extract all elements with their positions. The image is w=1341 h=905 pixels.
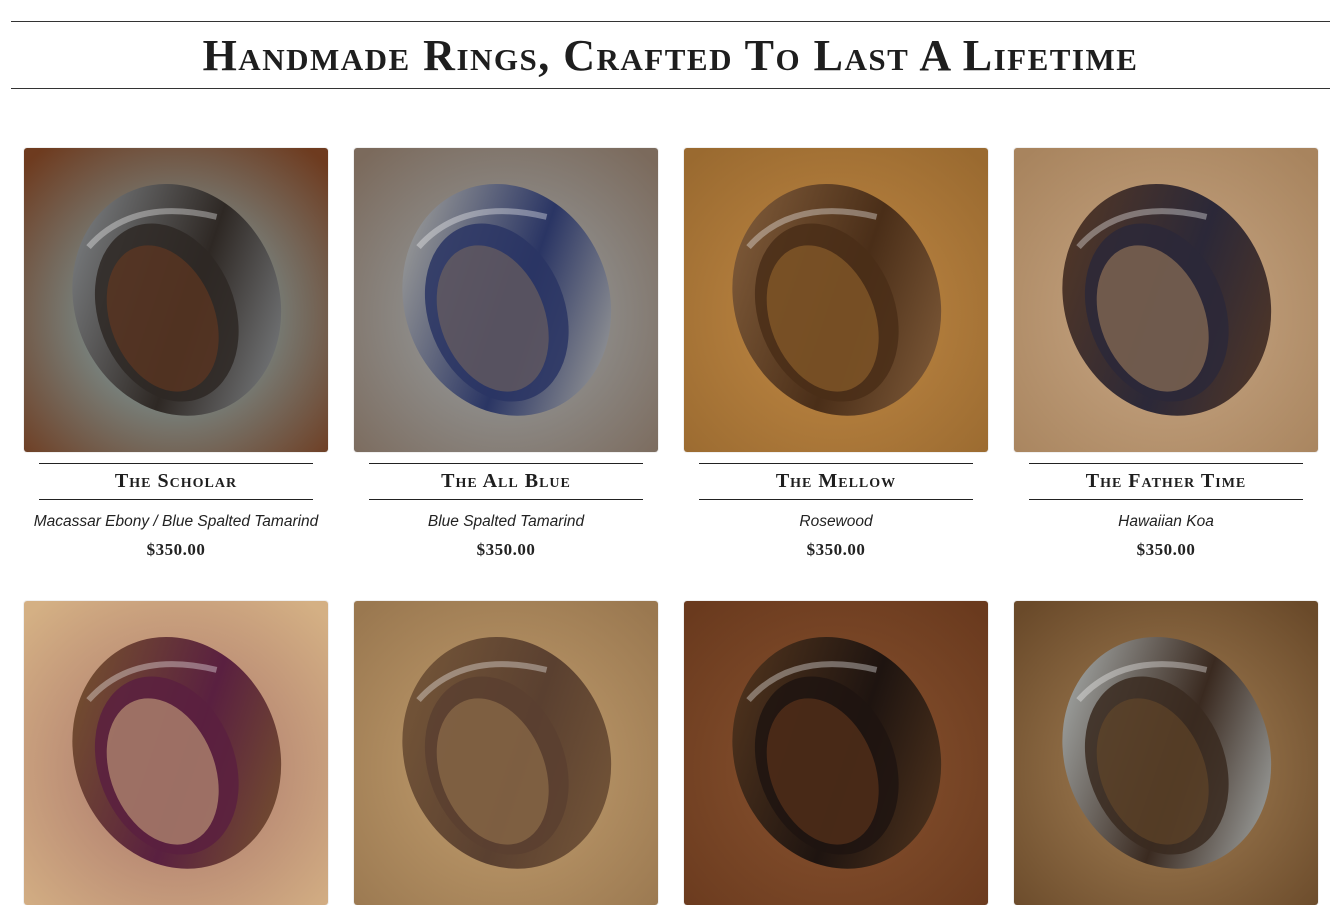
product-image[interactable] bbox=[24, 148, 328, 452]
product-card bbox=[24, 601, 328, 905]
product-name-rule: The Father Time bbox=[1029, 463, 1303, 500]
product-card: The Father Time Hawaiian Koa $350.00 bbox=[1014, 148, 1318, 560]
product-price: $350.00 bbox=[476, 540, 536, 559]
ring-photo bbox=[24, 148, 328, 452]
product-card bbox=[354, 601, 658, 905]
product-price: $350.00 bbox=[1136, 540, 1196, 559]
product-name[interactable]: The All Blue bbox=[441, 470, 571, 493]
page-title: Handmade Rings, Crafted To Last A Lifeti… bbox=[202, 30, 1139, 80]
product-card: The Mellow Rosewood $350.00 bbox=[684, 148, 988, 560]
ring-photo bbox=[354, 148, 658, 452]
page-header: Handmade Rings, Crafted To Last A Lifeti… bbox=[11, 21, 1330, 89]
product-price: $350.00 bbox=[806, 540, 866, 559]
ring-photo bbox=[354, 601, 658, 905]
product-name[interactable]: The Mellow bbox=[776, 470, 896, 493]
product-card: The Scholar Macassar Ebony / Blue Spalte… bbox=[24, 148, 328, 560]
product-image[interactable] bbox=[1014, 148, 1318, 452]
product-material: Blue Spalted Tamarind bbox=[427, 513, 585, 530]
product-card bbox=[684, 601, 988, 905]
ring-photo bbox=[1014, 148, 1318, 452]
product-image[interactable] bbox=[24, 601, 328, 905]
product-card bbox=[1014, 601, 1318, 905]
product-price: $350.00 bbox=[146, 540, 206, 559]
ring-photo bbox=[684, 148, 988, 452]
product-name-rule: The Mellow bbox=[699, 463, 973, 500]
ring-photo bbox=[1014, 601, 1318, 905]
product-image[interactable] bbox=[354, 601, 658, 905]
product-card: The All Blue Blue Spalted Tamarind $350.… bbox=[354, 148, 658, 560]
product-material: Rosewood bbox=[799, 513, 873, 530]
product-material: Macassar Ebony / Blue Spalted Tamarind bbox=[33, 513, 319, 530]
product-image[interactable] bbox=[1014, 601, 1318, 905]
product-material: Hawaiian Koa bbox=[1118, 513, 1214, 530]
ring-photo bbox=[24, 601, 328, 905]
product-name[interactable]: The Father Time bbox=[1086, 470, 1247, 493]
product-name-rule: The All Blue bbox=[369, 463, 643, 500]
product-image[interactable] bbox=[684, 148, 988, 452]
product-image[interactable] bbox=[354, 148, 658, 452]
product-name[interactable]: The Scholar bbox=[115, 470, 237, 493]
product-image[interactable] bbox=[684, 601, 988, 905]
product-name-rule: The Scholar bbox=[39, 463, 313, 500]
ring-photo bbox=[684, 601, 988, 905]
